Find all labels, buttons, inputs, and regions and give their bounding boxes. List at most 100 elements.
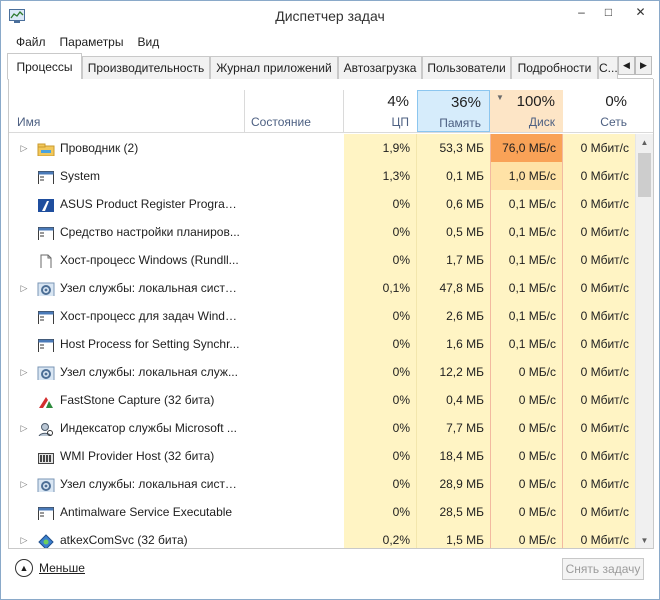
table-row[interactable]: ▷ Проводник (2) 1,9% 53,3 МБ 76,0 МБ/с 0 Мбит…: [9, 134, 635, 162]
table-row[interactable]: ASUS Product Register Program... 0% 0,6 МБ…: [9, 190, 635, 218]
process-memory: 0,5 МБ: [417, 218, 490, 246]
fewer-details-button[interactable]: ▲ Меньше: [15, 559, 85, 577]
menu-options[interactable]: Параметры: [53, 32, 131, 52]
minimize-button[interactable]: –: [568, 1, 595, 22]
close-button[interactable]: ✕: [622, 1, 659, 22]
column-network[interactable]: 0% Сеть: [563, 90, 635, 132]
tab-performance[interactable]: Производительность: [82, 56, 210, 79]
column-status[interactable]: Состояние: [245, 90, 343, 132]
table-row[interactable]: Хост-процесс для задач Windo... 0% 2,6 МБ 0…: [9, 302, 635, 330]
table-row[interactable]: FastStone Capture (32 бита) 0% 0,4 МБ 0 МБ/…: [9, 386, 635, 414]
expand-chevron-icon: [17, 386, 31, 414]
expand-chevron-icon[interactable]: ▷: [17, 526, 31, 548]
vertical-scrollbar[interactable]: ▲ ▼: [635, 134, 653, 548]
tab-services[interactable]: С...: [598, 56, 618, 79]
process-cpu: 0%: [344, 190, 417, 218]
expand-chevron-icon[interactable]: ▷: [17, 414, 31, 442]
process-memory: 1,7 МБ: [417, 246, 490, 274]
process-memory: 0,4 МБ: [417, 386, 490, 414]
tab-startup[interactable]: Автозагрузка: [338, 56, 422, 79]
cpu-label: ЦП: [391, 115, 409, 129]
memory-percent: 36%: [450, 94, 481, 111]
expand-chevron-icon[interactable]: ▷: [17, 358, 31, 386]
tab-scroll-right[interactable]: ▶: [635, 56, 652, 75]
process-name: Хост-процесс Windows (Rundll...: [60, 253, 239, 267]
process-network: 0 Мбит/с: [563, 190, 635, 218]
tab-scroll-left[interactable]: ◀: [618, 56, 635, 75]
process-network: 0 Мбит/с: [563, 218, 635, 246]
expand-chevron-icon: [17, 246, 31, 274]
expand-chevron-icon: [17, 442, 31, 470]
table-row[interactable]: Средство настройки планиров... 0% 0,5 МБ 0,…: [9, 218, 635, 246]
wmi-icon: [37, 448, 55, 464]
scroll-up-button[interactable]: ▲: [636, 134, 653, 151]
process-memory: 1,5 МБ: [417, 526, 490, 548]
table-row[interactable]: ▷ Узел службы: локальная систе... 0,1% 47,8…: [9, 274, 635, 302]
column-status-label: Состояние: [251, 115, 311, 129]
process-disk: 0 МБ/с: [490, 498, 563, 526]
process-cpu: 0%: [344, 442, 417, 470]
process-name: Host Process for Setting Synchr...: [60, 337, 240, 351]
folder-icon: [37, 140, 55, 156]
table-row[interactable]: Antimalware Service Executable 0% 28,5 МБ 0…: [9, 498, 635, 526]
menu-view[interactable]: Вид: [130, 32, 166, 52]
process-memory: 28,5 МБ: [417, 498, 490, 526]
network-percent: 0%: [605, 93, 627, 110]
table-row[interactable]: ▷ Узел службы: локальная систе... 0% 28,9 М…: [9, 470, 635, 498]
table-row[interactable]: System 1,3% 0,1 МБ 1,0 МБ/с 0 Мбит/с: [9, 162, 635, 190]
process-disk: 76,0 МБ/с: [490, 134, 563, 162]
window-icon: [37, 504, 55, 520]
tab-users[interactable]: Пользователи: [422, 56, 511, 79]
user-search-icon: [37, 420, 55, 436]
expand-chevron-icon[interactable]: ▷: [17, 470, 31, 498]
process-network: 0 Мбит/с: [563, 442, 635, 470]
sort-descending-icon: ▼: [496, 93, 504, 102]
expand-chevron-icon: [17, 190, 31, 218]
scroll-thumb[interactable]: [638, 153, 651, 197]
table-row[interactable]: ▷ Индексатор службы Microsoft ... 0% 7,7 МБ…: [9, 414, 635, 442]
process-network: 0 Мбит/с: [563, 302, 635, 330]
disk-percent: 100%: [516, 93, 555, 110]
table-row[interactable]: ▷ Узел службы: локальная служ... 0% 12,2 МБ…: [9, 358, 635, 386]
expand-chevron-icon[interactable]: ▷: [17, 274, 31, 302]
tab-processes[interactable]: Процессы: [7, 53, 82, 80]
process-memory: 0,1 МБ: [417, 162, 490, 190]
scroll-down-button[interactable]: ▼: [636, 532, 653, 548]
process-network: 0 Мбит/с: [563, 358, 635, 386]
process-cpu: 0%: [344, 386, 417, 414]
column-memory[interactable]: 36% Память: [417, 90, 490, 132]
table-row[interactable]: Хост-процесс Windows (Rundll... 0% 1,7 МБ 0…: [9, 246, 635, 274]
process-disk: 0 МБ/с: [490, 414, 563, 442]
process-disk: 0 МБ/с: [490, 358, 563, 386]
processes-panel: Имя Состояние 4% ЦП 36% Память ▼ 100% Ди…: [8, 79, 654, 549]
table-row[interactable]: ▷ atkexComSvc (32 бита) 0,2% 1,5 МБ 0 МБ/с 0 …: [9, 526, 635, 548]
tab-app-history[interactable]: Журнал приложений: [210, 56, 338, 79]
expand-chevron-icon: [17, 302, 31, 330]
process-memory: 12,2 МБ: [417, 358, 490, 386]
menu-file[interactable]: Файл: [9, 32, 53, 52]
process-name: Индексатор службы Microsoft ...: [60, 421, 237, 435]
expand-chevron-icon: [17, 218, 31, 246]
column-cpu[interactable]: 4% ЦП: [344, 90, 417, 132]
process-cpu: 0%: [344, 330, 417, 358]
process-cpu: 0%: [344, 414, 417, 442]
process-network: 0 Мбит/с: [563, 274, 635, 302]
end-task-button[interactable]: Снять задачу: [562, 558, 644, 580]
process-network: 0 Мбит/с: [563, 330, 635, 358]
title-bar: Диспетчер задач – □ ✕: [1, 1, 659, 32]
column-disk[interactable]: ▼ 100% Диск: [490, 90, 563, 132]
expand-chevron-icon[interactable]: ▷: [17, 134, 31, 162]
window-icon: [37, 308, 55, 324]
network-label: Сеть: [600, 115, 627, 129]
process-network: 0 Мбит/с: [563, 470, 635, 498]
window-icon: [37, 168, 55, 184]
tab-details[interactable]: Подробности: [511, 56, 598, 79]
process-cpu: 0,1%: [344, 274, 417, 302]
process-disk: 0,1 МБ/с: [490, 330, 563, 358]
column-name[interactable]: Имя: [9, 90, 244, 132]
process-network: 0 Мбит/с: [563, 498, 635, 526]
table-row[interactable]: WMI Provider Host (32 бита) 0% 18,4 МБ 0 МБ…: [9, 442, 635, 470]
gear-icon: [37, 280, 55, 296]
table-row[interactable]: Host Process for Setting Synchr... 0% 1,6 …: [9, 330, 635, 358]
maximize-button[interactable]: □: [595, 1, 622, 22]
